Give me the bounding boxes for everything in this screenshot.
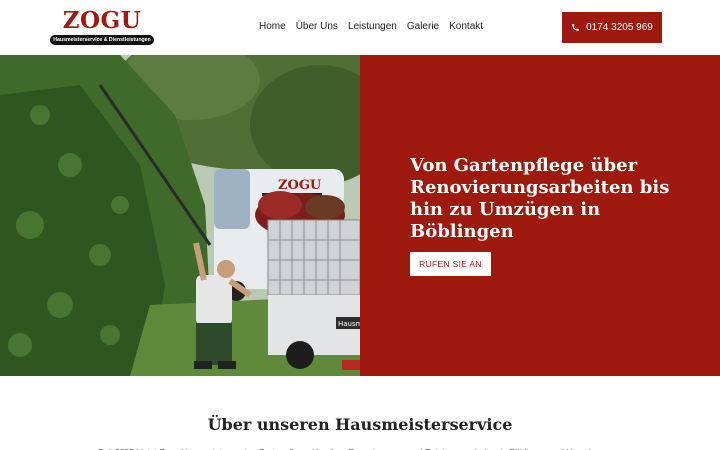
hero-image: ZOGU Hausm <box>0 55 360 376</box>
van-logo: ZOGU <box>278 178 322 193</box>
hero-photo-illustration: ZOGU Hausm <box>0 55 360 376</box>
nav-leistungen[interactable]: Leistungen <box>348 19 397 35</box>
hero-title: Von Gartenpflege über Renovierungsarbeit… <box>410 155 670 242</box>
about-title: Über unseren Hausmeisterservice <box>207 415 513 434</box>
nav-ueber-uns[interactable]: Über Uns <box>296 19 338 35</box>
phone-button[interactable]: 0174 3205 969 <box>562 12 662 43</box>
logo-tagline: Hausmeisterservice & Dienstleistungen <box>50 35 154 45</box>
phone-icon <box>572 24 579 31</box>
site-header: ZOGU Hausmeisterservice & Dienstleistung… <box>0 0 720 55</box>
call-now-button[interactable]: RUFEN SIE AN <box>410 252 491 276</box>
logo[interactable]: ZOGU Hausmeisterservice & Dienstleistung… <box>50 8 154 46</box>
nav-galerie[interactable]: Galerie <box>407 19 439 35</box>
phone-number: 0174 3205 969 <box>586 22 653 33</box>
logo-wordmark: ZOGU <box>62 7 142 34</box>
main-nav: Home Über Uns Leistungen Galerie Kontakt <box>259 19 483 35</box>
trailer-label: Hausm <box>338 320 360 328</box>
about-text: Seit 2005 bietet Zogu Hausmeisterservice… <box>98 446 622 450</box>
hero-panel: Von Gartenpflege über Renovierungsarbeit… <box>360 55 720 376</box>
nav-kontakt[interactable]: Kontakt <box>449 19 483 35</box>
nav-home[interactable]: Home <box>259 19 286 35</box>
